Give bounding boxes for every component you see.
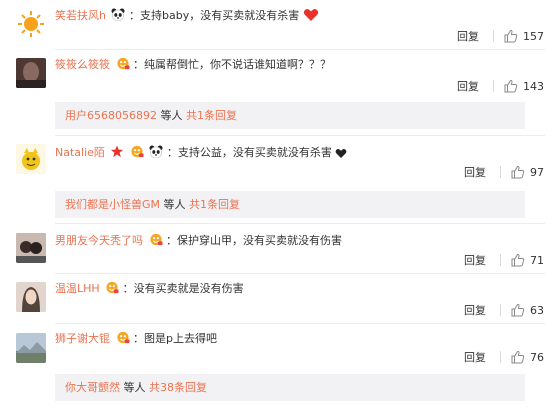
- comment-text: ：图是p上去得吧: [133, 332, 217, 345]
- reply-button[interactable]: 回复: [464, 302, 486, 318]
- divider: [500, 351, 501, 363]
- like-button[interactable]: 97: [511, 165, 544, 179]
- comment-text: ：保护穿山甲，没有买卖就没有伤害: [166, 234, 342, 247]
- vip-badge-icon: [116, 331, 130, 344]
- divider: [500, 254, 501, 266]
- username-link[interactable]: 笑若扶风h: [55, 9, 106, 22]
- username-link[interactable]: 狮子谢大锟: [55, 332, 110, 345]
- vip-badge-icon: [116, 57, 130, 70]
- panda-emoji: [149, 145, 164, 158]
- comment-item: 笑若扶风h ：支持baby，没有买卖就没有杀害 回复 157: [0, 0, 560, 50]
- divider: [500, 304, 501, 316]
- like-button[interactable]: 157: [504, 29, 544, 43]
- avatar[interactable]: [16, 58, 46, 88]
- thumbs-up-icon: [511, 303, 525, 317]
- avatar[interactable]: [16, 333, 46, 363]
- sub-reply-text: 等人: [120, 381, 149, 394]
- like-count: 63: [530, 303, 544, 317]
- sub-reply-user[interactable]: 用户6568056892: [65, 109, 157, 122]
- comment-item: 温温LHH ：没有买卖就是没有伤害 回复 63: [0, 274, 560, 324]
- view-replies-link[interactable]: 共1条回复: [189, 198, 240, 211]
- vip-badge-icon: [149, 233, 163, 246]
- comment-text: ：纯属帮倒忙，你不说话谁知道啊？？？: [133, 58, 331, 71]
- avatar[interactable]: [16, 282, 46, 312]
- like-count: 71: [530, 253, 544, 267]
- panda-emoji: [111, 8, 126, 21]
- red-star-icon: [111, 145, 124, 158]
- black-heart-icon: [336, 149, 347, 158]
- sub-replies-box[interactable]: 我们都是小怪兽GM 等人 共1条回复: [55, 191, 525, 218]
- like-button[interactable]: 71: [511, 253, 544, 267]
- sub-reply-text: 等人: [160, 198, 190, 211]
- like-button[interactable]: 143: [504, 79, 544, 93]
- like-count: 76: [530, 350, 544, 364]
- comment-text: ：支持公益，没有买卖就没有杀害: [166, 146, 332, 159]
- avatar[interactable]: [16, 144, 46, 174]
- avatar[interactable]: [16, 9, 46, 39]
- reply-button[interactable]: 回复: [457, 28, 479, 44]
- thumbs-up-icon: [504, 79, 518, 93]
- sub-reply-user[interactable]: 我们都是小怪兽GM: [65, 198, 160, 211]
- vip-badge-icon: [106, 281, 120, 294]
- thumbs-up-icon: [511, 253, 525, 267]
- thumbs-up-icon: [511, 350, 525, 364]
- reply-button[interactable]: 回复: [457, 78, 479, 94]
- comment-text: ：支持baby，没有买卖就没有杀害: [128, 9, 300, 22]
- like-count: 143: [523, 79, 544, 93]
- red-heart-icon: [303, 9, 318, 21]
- comment-item: 筱筱么筱筱 ：纯属帮倒忙，你不说话谁知道啊？？？ 回复 143 用户656805…: [0, 50, 560, 136]
- comment-text: ：没有买卖就是没有伤害: [122, 282, 244, 295]
- divider: [493, 80, 494, 92]
- like-count: 97: [530, 165, 544, 179]
- like-count: 157: [523, 29, 544, 43]
- reply-button[interactable]: 回复: [464, 164, 486, 180]
- thumbs-up-icon: [504, 29, 518, 43]
- view-replies-link[interactable]: 共38条回复: [149, 381, 207, 394]
- username-link[interactable]: Natalie陌: [55, 146, 105, 159]
- username-link[interactable]: 男朋友今天秃了吗: [55, 234, 143, 247]
- like-button[interactable]: 63: [511, 303, 544, 317]
- vip-badge-icon: [130, 145, 144, 158]
- username-link[interactable]: 筱筱么筱筱: [55, 58, 110, 71]
- view-replies-link[interactable]: 共1条回复: [186, 109, 237, 122]
- comment-item: Natalie陌 ：支持公益，没有买卖就没有杀害 回复 97 我们都是小怪兽GM…: [0, 136, 560, 224]
- divider: [493, 30, 494, 42]
- sub-replies-box[interactable]: 用户6568056892 等人 共1条回复: [55, 102, 525, 129]
- sub-reply-user[interactable]: 你大哥颤然: [65, 381, 120, 394]
- like-button[interactable]: 76: [511, 350, 544, 364]
- comment-item: 狮子谢大锟 ：图是p上去得吧 回复 76 你大哥颤然 等人 共38条回复: [0, 324, 560, 408]
- reply-button[interactable]: 回复: [464, 349, 486, 365]
- sub-reply-text: 等人: [157, 109, 186, 122]
- divider: [500, 166, 501, 178]
- thumbs-up-icon: [511, 165, 525, 179]
- reply-button[interactable]: 回复: [464, 252, 486, 268]
- username-link[interactable]: 温温LHH: [55, 282, 100, 295]
- comment-item: 男朋友今天秃了吗 ：保护穿山甲，没有买卖就没有伤害 回复 71: [0, 224, 560, 274]
- avatar[interactable]: [16, 233, 46, 263]
- sub-replies-box[interactable]: 你大哥颤然 等人 共38条回复: [55, 374, 525, 401]
